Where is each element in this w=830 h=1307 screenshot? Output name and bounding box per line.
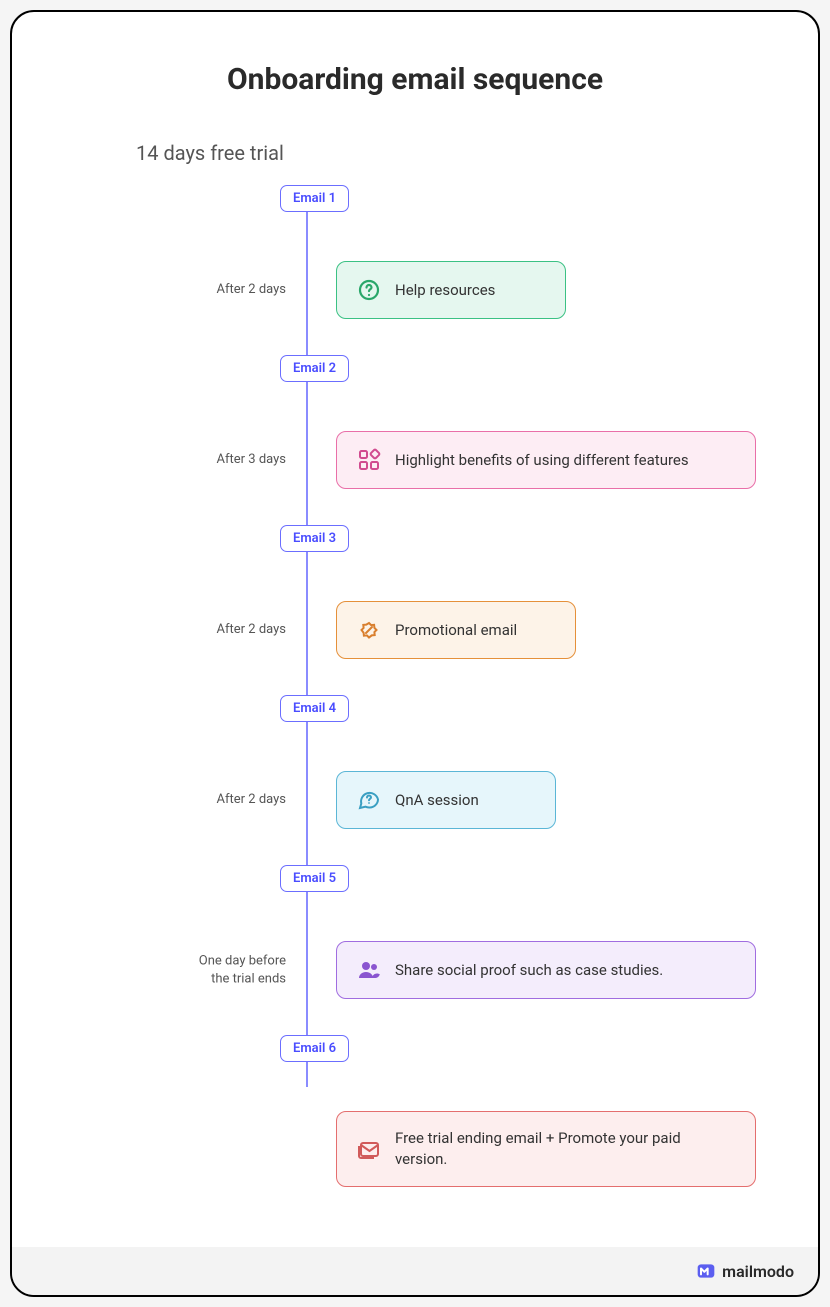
email-badge: Email 4 xyxy=(280,695,349,722)
email-badge-row: Email 4 xyxy=(136,695,758,735)
timing-label: One day before the trial ends xyxy=(136,952,286,987)
people-icon xyxy=(357,958,381,982)
card-text: Help resources xyxy=(395,280,495,301)
widgets-icon xyxy=(357,448,381,472)
diagram-subtitle: 14 days free trial xyxy=(136,141,758,165)
diagram-card: Onboarding email sequence 14 days free t… xyxy=(10,10,820,1297)
content-card-features: Highlight benefits of using different fe… xyxy=(336,431,756,489)
card-text: Highlight benefits of using different fe… xyxy=(395,450,689,471)
brand-name: mailmodo xyxy=(722,1262,794,1281)
content-row: After 2 days Promotional email xyxy=(336,601,758,659)
email-badge: Email 2 xyxy=(280,355,349,382)
footer: mailmodo xyxy=(12,1247,818,1295)
content-card-qna: QnA session xyxy=(336,771,556,829)
email-badge-row: Email 3 xyxy=(136,525,758,565)
timing-label: After 2 days xyxy=(136,791,286,809)
email-badge: Email 1 xyxy=(280,185,349,212)
email-badge-row: Email 1 xyxy=(136,185,758,225)
email-badge-row: Email 2 xyxy=(136,355,758,395)
card-text: Free trial ending email + Promote your p… xyxy=(395,1128,735,1170)
content-row: After 2 days Help resources xyxy=(336,261,758,319)
card-text: QnA session xyxy=(395,790,479,811)
chat-icon xyxy=(357,788,381,812)
content-row: Free trial ending email + Promote your p… xyxy=(336,1111,758,1187)
email-badge: Email 3 xyxy=(280,525,349,552)
content-card-social-proof: Share social proof such as case studies. xyxy=(336,941,756,999)
content-row: After 2 days QnA session xyxy=(336,771,758,829)
mail-icon xyxy=(357,1137,381,1161)
diagram-title: Onboarding email sequence xyxy=(72,62,758,97)
content-card-promo: Promotional email xyxy=(336,601,576,659)
timing-label: After 2 days xyxy=(136,621,286,639)
timeline: Email 1 After 2 days Help resources Emai… xyxy=(136,185,758,1217)
email-badge-row: Email 6 xyxy=(136,1035,758,1075)
timeline-line xyxy=(306,185,308,1087)
timing-label: After 3 days xyxy=(136,451,286,469)
email-badge: Email 5 xyxy=(280,865,349,892)
timing-label: After 2 days xyxy=(136,281,286,299)
email-badge: Email 6 xyxy=(280,1035,349,1062)
card-text: Share social proof such as case studies. xyxy=(395,960,663,981)
content-area: Onboarding email sequence 14 days free t… xyxy=(12,12,818,1247)
card-text: Promotional email xyxy=(395,620,517,641)
help-icon xyxy=(357,278,381,302)
content-row: One day before the trial ends Share soci… xyxy=(336,941,758,999)
content-card-trial-ending: Free trial ending email + Promote your p… xyxy=(336,1111,756,1187)
content-row: After 3 days Highlight benefits of using… xyxy=(336,431,758,489)
content-card-help: Help resources xyxy=(336,261,566,319)
email-badge-row: Email 5 xyxy=(136,865,758,905)
promo-icon xyxy=(357,618,381,642)
brand-logo-icon xyxy=(696,1261,716,1281)
